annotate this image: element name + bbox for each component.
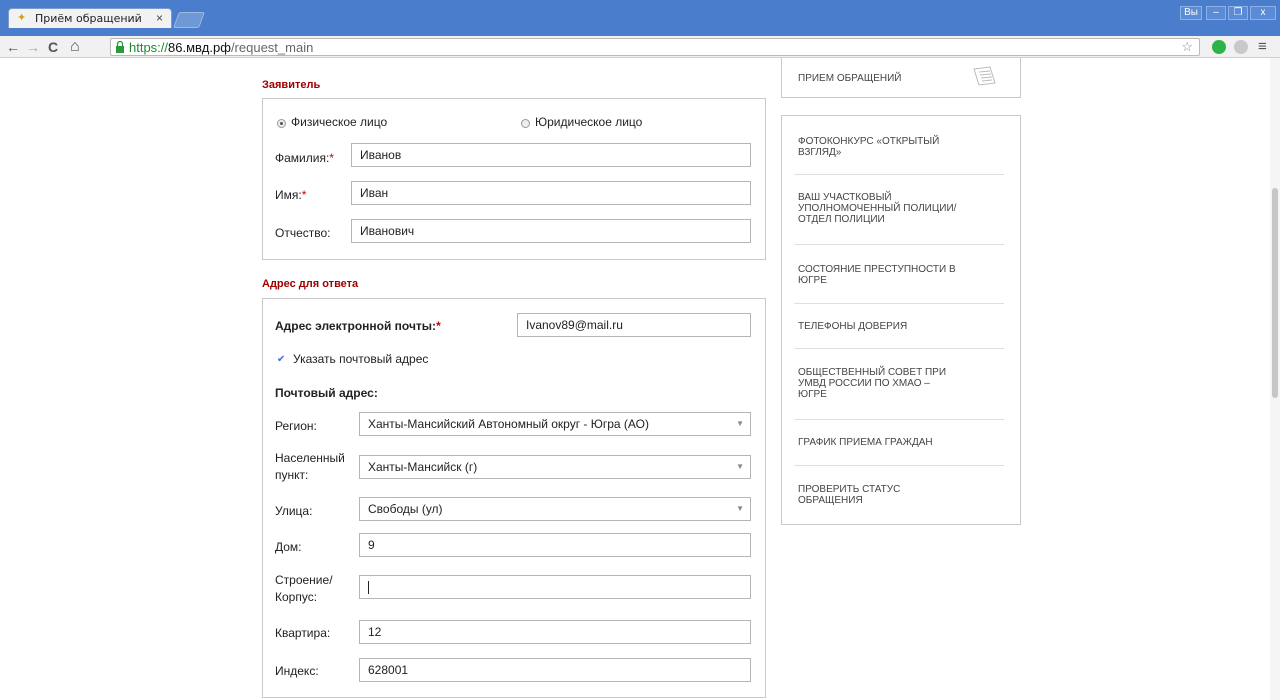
name-label: Имя:* <box>275 188 307 202</box>
postal-checkbox-label: Указать почтовый адрес <box>293 352 429 366</box>
chevron-down-icon: ▼ <box>736 504 744 513</box>
email-input[interactable]: Ivanov89@mail.ru <box>517 313 751 337</box>
sidebar-item-reception-schedule[interactable]: График приема граждан <box>798 437 958 448</box>
sidebar-item-hotlines[interactable]: Телефоны доверия <box>798 321 958 332</box>
divider <box>794 348 1004 349</box>
page-scrollbar[interactable] <box>1270 58 1280 700</box>
sidebar-item-district-officer[interactable]: Ваш участковый уполномоченный полиции/ о… <box>798 192 958 225</box>
menu-icon[interactable]: ≡ <box>1258 39 1267 55</box>
reload-icon[interactable]: C <box>48 39 58 55</box>
bookmark-star-icon[interactable]: ☆ <box>1181 39 1193 55</box>
close-window-button[interactable]: x <box>1250 6 1276 20</box>
minimize-button[interactable]: – <box>1206 6 1226 20</box>
building-input[interactable] <box>359 575 751 599</box>
house-input[interactable]: 9 <box>359 533 751 557</box>
index-input[interactable]: 628001 <box>359 658 751 682</box>
locality-value: Ханты-Мансийск (г) <box>368 460 478 474</box>
surname-label: Фамилия:* <box>275 151 334 165</box>
divider <box>794 465 1004 466</box>
divider <box>794 174 1004 175</box>
browser-toolbar: ← → C ⌂ https://86.мвд.рф/request_main ☆… <box>0 36 1280 58</box>
document-icon <box>973 66 996 86</box>
patronymic-input[interactable]: Иванович <box>351 219 751 243</box>
back-arrow-icon[interactable]: ← <box>6 39 20 55</box>
scrollbar-thumb[interactable] <box>1272 188 1278 398</box>
forward-arrow-icon[interactable]: → <box>26 39 40 55</box>
user-profile-button[interactable]: Вы <box>1180 6 1202 20</box>
sidebar-item-check-status[interactable]: Проверить статус обращения <box>798 484 958 506</box>
divider <box>794 244 1004 245</box>
tab-title: Приём обращений <box>35 12 142 25</box>
browser-titlebar: ✦ Приём обращений × Вы – ❐ x <box>0 0 1280 36</box>
name-input[interactable]: Иван <box>351 181 751 205</box>
url-host: 86.мвд.рф <box>168 40 231 55</box>
building-label-line1: Строение/ <box>275 573 333 587</box>
close-tab-icon[interactable]: × <box>156 11 163 25</box>
sidebar-menu: Фотоконкурс «Открытый взгляд» Ваш участк… <box>781 115 1021 525</box>
street-value: Свободы (ул) <box>368 502 443 516</box>
flat-label: Квартира: <box>275 626 331 640</box>
page-content: Заявитель Физическое лицо Юридическое ли… <box>0 58 1280 700</box>
address-section-title: Адрес для ответа <box>262 278 359 290</box>
radio-legal-entity[interactable] <box>521 119 530 128</box>
flat-input[interactable]: 12 <box>359 620 751 644</box>
region-label: Регион: <box>275 419 317 433</box>
sidebar-item-requests[interactable]: Прием обращений <box>798 73 958 84</box>
sidebar-top-box: Прием обращений <box>781 58 1021 98</box>
url-scheme: https:// <box>129 40 169 55</box>
url-path: /request_main <box>230 40 314 55</box>
locality-select[interactable]: Ханты-Мансийск (г) ▼ <box>359 455 751 479</box>
home-icon[interactable]: ⌂ <box>70 39 80 55</box>
building-label-line2: Корпус: <box>275 590 318 604</box>
extension-check-icon[interactable] <box>1212 40 1226 54</box>
maximize-button[interactable]: ❐ <box>1228 6 1248 20</box>
applicant-box: Физическое лицо Юридическое лицо Фамилия… <box>262 98 766 260</box>
sidebar-item-photo-contest[interactable]: Фотоконкурс «Открытый взгляд» <box>798 136 958 158</box>
chevron-down-icon: ▼ <box>736 419 744 428</box>
street-label: Улица: <box>275 504 313 518</box>
region-value: Ханты-Мансийский Автономный округ - Югра… <box>368 417 649 431</box>
text-cursor <box>368 581 369 595</box>
lock-icon <box>116 41 124 53</box>
url-text: https://86.мвд.рф/request_main <box>129 40 313 55</box>
postal-heading: Почтовый адрес: <box>275 386 378 400</box>
region-select[interactable]: Ханты-Мансийский Автономный округ - Югра… <box>359 412 751 436</box>
postal-address-checkbox[interactable]: ✔ <box>277 355 287 365</box>
police-emblem-icon: ✦ <box>17 12 27 24</box>
radio-physical-person[interactable] <box>277 119 286 128</box>
address-bar[interactable]: https://86.мвд.рф/request_main ☆ <box>110 38 1200 56</box>
house-label: Дом: <box>275 540 302 554</box>
address-box: Адрес электронной почты:* Ivanov89@mail.… <box>262 298 766 698</box>
new-tab-button[interactable] <box>173 12 205 28</box>
email-label: Адрес электронной почты:* <box>275 319 441 333</box>
radio-physical-label: Физическое лицо <box>291 115 388 129</box>
index-label: Индекс: <box>275 664 319 678</box>
locality-label-line1: Населенный <box>275 451 345 465</box>
chevron-down-icon: ▼ <box>736 462 744 471</box>
applicant-section-title: Заявитель <box>262 79 321 91</box>
radio-legal-label: Юридическое лицо <box>535 115 643 129</box>
patronymic-label: Отчество: <box>275 226 331 240</box>
sidebar-item-crime-state[interactable]: Состояние преступности в Югре <box>798 264 958 286</box>
extension-globe-icon[interactable] <box>1234 40 1248 54</box>
divider <box>794 419 1004 420</box>
locality-label-line2: пункт: <box>275 468 309 482</box>
street-select[interactable]: Свободы (ул) ▼ <box>359 497 751 521</box>
surname-input[interactable]: Иванов <box>351 143 751 167</box>
browser-tab[interactable]: ✦ Приём обращений × <box>8 8 172 28</box>
sidebar-item-public-council[interactable]: Общественный совет при УМВД России по ХМ… <box>798 367 958 400</box>
divider <box>794 303 1004 304</box>
